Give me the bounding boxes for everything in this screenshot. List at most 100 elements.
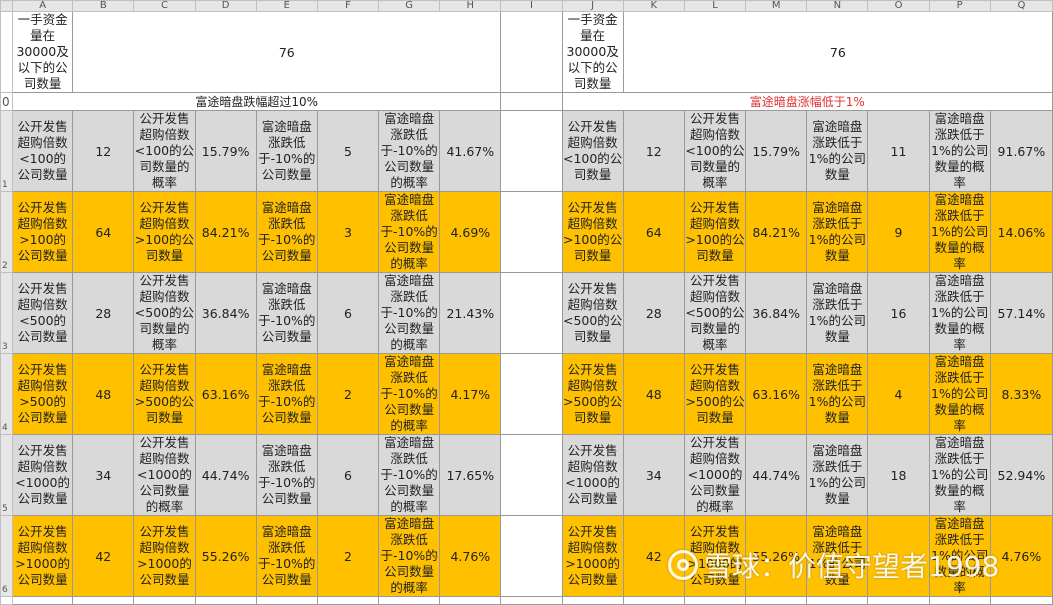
cell-company-count-right[interactable]: 42 — [622, 515, 685, 597]
cell-dark-pool-count-left[interactable]: 6 — [316, 434, 380, 516]
column-header[interactable]: M — [745, 0, 808, 12]
cell-ratio-label-left[interactable]: 公开发售超购倍数>500的公司数量 — [133, 353, 196, 435]
cell-dark-pool-label-left[interactable]: 富途暗盘涨跌低于-10%的公司数量 — [255, 110, 318, 192]
cell-gap[interactable] — [500, 434, 563, 516]
cell-dark-pool-label-left[interactable]: 富途暗盘涨跌低于-10%的公司数量 — [255, 434, 318, 516]
cell-category-label-left[interactable]: 公开发售超购倍数>1000的公司数量 — [12, 515, 74, 597]
cell-probability-value-left[interactable]: 4.69% — [439, 191, 502, 273]
cell-ratio-label-left[interactable]: 公开发售超购倍数>100的公司数量 — [133, 191, 196, 273]
cell-empty[interactable] — [316, 596, 380, 605]
cell-company-count-left[interactable]: 34 — [72, 434, 135, 516]
cell-ratio-value-right[interactable]: 55.26% — [745, 515, 808, 597]
row-header[interactable]: 2 — [0, 191, 14, 273]
cell-dark-pool-label-right[interactable]: 富途暗盘涨跌低于1%的公司数量 — [806, 434, 869, 516]
cell-company-count-left[interactable]: 42 — [72, 515, 135, 597]
row-header[interactable]: 0 — [0, 92, 14, 111]
cell-company-count-right[interactable]: 28 — [622, 272, 685, 354]
cell-dark-pool-label-right[interactable]: 富途暗盘涨跌低于1%的公司数量 — [806, 353, 869, 435]
cell-empty[interactable] — [806, 596, 869, 605]
cell-ratio-label-right[interactable]: 公开发售超购倍数>500的公司数量 — [683, 353, 747, 435]
cell-ratio-value-right[interactable]: 15.79% — [745, 110, 808, 192]
cell-gap[interactable] — [500, 92, 563, 111]
cell-section-title-right[interactable]: 富途暗盘涨幅低于1% — [561, 92, 1053, 111]
cell-header-value-right[interactable]: 76 — [622, 11, 1053, 93]
cell-category-label-right[interactable]: 公开发售超购倍数>100的公司数量 — [561, 191, 624, 273]
cell-probability-label-left[interactable]: 富途暗盘涨跌低于-10%的公司数量的概率 — [378, 191, 441, 273]
cell-section-title-left[interactable]: 富途暗盘跌幅超过10% — [12, 92, 502, 111]
cell-company-count-left[interactable]: 48 — [72, 353, 135, 435]
row-header[interactable] — [0, 11, 14, 93]
cell-probability-value-right[interactable]: 14.06% — [989, 191, 1053, 273]
cell-ratio-value-left[interactable]: 84.21% — [194, 191, 257, 273]
cell-company-count-right[interactable]: 48 — [622, 353, 685, 435]
row-header[interactable]: 6 — [0, 515, 14, 597]
cell-ratio-value-left[interactable]: 63.16% — [194, 353, 257, 435]
cell-gap[interactable] — [500, 272, 563, 354]
cell-dark-pool-count-right[interactable]: 11 — [867, 110, 930, 192]
cell-category-label-right[interactable]: 公开发售超购倍数<500的公司数量 — [561, 272, 624, 354]
cell-dark-pool-count-left[interactable]: 6 — [316, 272, 380, 354]
cell-dark-pool-label-right[interactable]: 富途暗盘涨跌低于1%的公司数量 — [806, 515, 869, 597]
cell-probability-label-right[interactable]: 富途暗盘涨跌低于1%的公司数量的概率 — [928, 110, 991, 192]
cell-dark-pool-label-left[interactable]: 富途暗盘涨跌低于-10%的公司数量 — [255, 191, 318, 273]
select-all-corner[interactable] — [0, 0, 14, 12]
cell-empty[interactable] — [12, 596, 74, 605]
cell-ratio-label-left[interactable]: 公开发售超购倍数>1000的公司数量 — [133, 515, 196, 597]
cell-category-label-left[interactable]: 公开发售超购倍数<500的公司数量 — [12, 272, 74, 354]
cell-probability-value-right[interactable]: 52.94% — [989, 434, 1053, 516]
column-header[interactable]: D — [194, 0, 257, 12]
cell-empty[interactable] — [133, 596, 196, 605]
cell-ratio-label-left[interactable]: 公开发售超购倍数<100的公司数量的概率 — [133, 110, 196, 192]
column-header[interactable]: E — [255, 0, 318, 12]
cell-dark-pool-count-right[interactable]: 4 — [867, 353, 930, 435]
cell-category-label-right[interactable]: 公开发售超购倍数>1000的公司数量 — [561, 515, 624, 597]
column-header[interactable]: B — [72, 0, 135, 12]
cell-company-count-right[interactable]: 12 — [622, 110, 685, 192]
cell-category-label-right[interactable]: 公开发售超购倍数<1000的公司数量 — [561, 434, 624, 516]
column-header[interactable]: H — [439, 0, 502, 12]
cell-probability-label-left[interactable]: 富途暗盘涨跌低于-10%的公司数量的概率 — [378, 515, 441, 597]
cell-probability-value-left[interactable]: 41.67% — [439, 110, 502, 192]
cell-ratio-value-right[interactable]: 63.16% — [745, 353, 808, 435]
cell-company-count-left[interactable]: 28 — [72, 272, 135, 354]
cell-empty[interactable] — [439, 596, 502, 605]
cell-probability-label-right[interactable]: 富途暗盘涨跌低于1%的公司数量的概率 — [928, 434, 991, 516]
cell-empty[interactable] — [683, 596, 747, 605]
cell-ratio-value-right[interactable]: 36.84% — [745, 272, 808, 354]
column-header[interactable]: A — [12, 0, 74, 12]
cell-probability-value-right[interactable]: 4.76% — [989, 515, 1053, 597]
column-header[interactable]: C — [133, 0, 196, 12]
cell-category-label-left[interactable]: 公开发售超购倍数>500的公司数量 — [12, 353, 74, 435]
cell-empty[interactable] — [622, 596, 685, 605]
cell-probability-value-right[interactable]: 57.14% — [989, 272, 1053, 354]
cell-gap[interactable] — [500, 191, 563, 273]
cell-probability-label-right[interactable]: 富途暗盘涨跌低于1%的公司数量的概率 — [928, 353, 991, 435]
cell-ratio-label-left[interactable]: 公开发售超购倍数<500的公司数量的概率 — [133, 272, 196, 354]
cell-ratio-label-right[interactable]: 公开发售超购倍数<500的公司数量的概率 — [683, 272, 747, 354]
cell-empty[interactable] — [255, 596, 318, 605]
cell-empty[interactable] — [928, 596, 991, 605]
cell-dark-pool-count-right[interactable]: 18 — [867, 434, 930, 516]
cell-ratio-value-left[interactable]: 44.74% — [194, 434, 257, 516]
cell-dark-pool-label-left[interactable]: 富途暗盘涨跌低于-10%的公司数量 — [255, 353, 318, 435]
cell-probability-value-left[interactable]: 17.65% — [439, 434, 502, 516]
cell-probability-value-left[interactable]: 21.43% — [439, 272, 502, 354]
cell-category-label-left[interactable]: 公开发售超购倍数>100的公司数量 — [12, 191, 74, 273]
cell-company-count-right[interactable]: 34 — [622, 434, 685, 516]
cell-dark-pool-count-left[interactable]: 5 — [316, 110, 380, 192]
cell-header-label-left[interactable]: 一手资金量在30000及以下的公司数量 — [12, 11, 74, 93]
row-header[interactable]: 5 — [0, 434, 14, 516]
column-header[interactable]: L — [683, 0, 747, 12]
cell-ratio-label-right[interactable]: 公开发售超购倍数<1000的公司数量的概率 — [683, 434, 747, 516]
cell-company-count-left[interactable]: 64 — [72, 191, 135, 273]
cell-empty[interactable] — [500, 596, 563, 605]
column-header[interactable]: K — [622, 0, 685, 12]
cell-probability-label-left[interactable]: 富途暗盘涨跌低于-10%的公司数量的概率 — [378, 434, 441, 516]
cell-dark-pool-count-left[interactable]: 2 — [316, 353, 380, 435]
cell-ratio-value-left[interactable]: 15.79% — [194, 110, 257, 192]
cell-category-label-right[interactable]: 公开发售超购倍数<100的公司数量 — [561, 110, 624, 192]
cell-company-count-left[interactable]: 12 — [72, 110, 135, 192]
cell-dark-pool-count-left[interactable]: 3 — [316, 191, 380, 273]
cell-ratio-value-left[interactable]: 36.84% — [194, 272, 257, 354]
row-header[interactable]: 3 — [0, 272, 14, 354]
